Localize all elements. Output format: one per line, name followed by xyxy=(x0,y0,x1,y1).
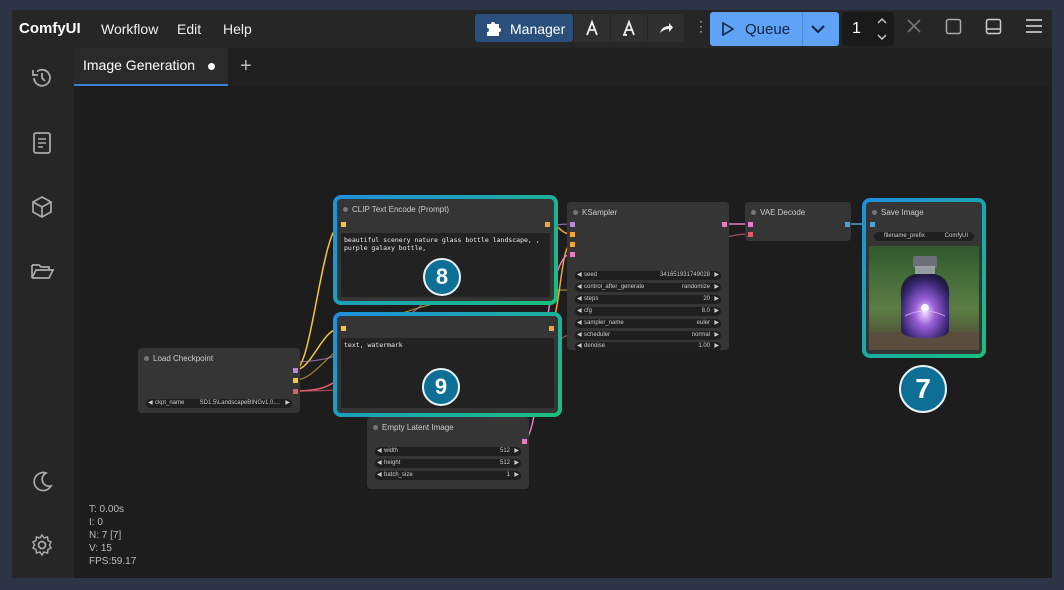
filename-prefix-widget[interactable]: filename_prefix ComfyUI xyxy=(874,232,974,241)
node-empty-latent-image[interactable]: Empty Latent Image ◀ width 512 ▶ ◀ height 512… xyxy=(367,417,529,489)
conditioning-output-port[interactable] xyxy=(545,222,550,227)
image-output-port[interactable] xyxy=(845,222,850,227)
control-after-generate-widget[interactable]: ◀ control_after_generate randomize ▶ xyxy=(575,283,721,292)
vae-input-port[interactable] xyxy=(748,232,753,237)
sampler-name-widget[interactable]: ◀ sampler_name euler ▶ xyxy=(575,319,721,328)
node-load-checkpoint[interactable]: Load Checkpoint ◀ ckpt_name SD1.5\Landsc… xyxy=(138,348,300,413)
stat-fps: FPS:59.17 xyxy=(89,556,137,567)
conditioning-output-port[interactable] xyxy=(549,326,554,331)
node-save-image[interactable]: Save Image filename_prefix ComfyUI xyxy=(866,202,982,354)
stat-v: V: 15 xyxy=(89,543,112,554)
denoise-widget[interactable]: ◀ denoise 1.00 ▶ xyxy=(575,342,721,351)
height-widget[interactable]: ◀ height 512 ▶ xyxy=(375,459,521,468)
node-vae-decode[interactable]: VAE Decode xyxy=(745,202,851,241)
model-output-port[interactable] xyxy=(293,368,298,373)
node-title: Save Image xyxy=(881,208,924,217)
latent-input-port[interactable] xyxy=(570,252,575,257)
batch-size-widget[interactable]: ◀ batch_size 1 ▶ xyxy=(375,471,521,480)
width-widget[interactable]: ◀ width 512 ▶ xyxy=(375,447,521,456)
steps-widget[interactable]: ◀ steps 20 ▶ xyxy=(575,295,721,304)
samples-input-port[interactable] xyxy=(748,222,753,227)
stat-nodes: N: 7 [7] xyxy=(89,530,122,541)
clip-output-port[interactable] xyxy=(293,378,298,383)
model-input-port[interactable] xyxy=(570,222,575,227)
node-title: Empty Latent Image xyxy=(382,423,454,432)
stat-i: I: 0 xyxy=(89,517,103,528)
node-ksampler[interactable]: KSampler ◀ seed 341651931749028 ▶ ◀ control_… xyxy=(567,202,729,351)
positive-input-port[interactable] xyxy=(570,232,575,237)
latent-output-port[interactable] xyxy=(722,222,727,227)
badge-8: 8 xyxy=(423,258,461,296)
seed-widget[interactable]: ◀ seed 341651931749028 ▶ xyxy=(575,271,721,280)
cfg-widget[interactable]: ◀ cfg 8.0 ▶ xyxy=(575,307,721,316)
node-title: Load Checkpoint xyxy=(153,354,214,363)
negative-input-port[interactable] xyxy=(570,242,575,247)
node-title: VAE Decode xyxy=(760,208,806,217)
generated-image-preview[interactable] xyxy=(869,246,979,350)
comfyui-window: ComfyUI Workflow Edit Help Manager ⋮ Que… xyxy=(12,10,1052,578)
stat-time: T: 0.00s xyxy=(89,504,125,515)
ckpt-name-widget[interactable]: ◀ ckpt_name SD1.5\LandscapeBINGv1.0.... … xyxy=(146,399,292,408)
node-title: KSampler xyxy=(582,208,618,217)
canvas-stats: T: 0.00s I: 0 N: 7 [7] V: 15 FPS:59.17 xyxy=(89,503,136,568)
badge-7: 7 xyxy=(899,365,947,413)
node-title: CLIP Text Encode (Prompt) xyxy=(352,205,450,214)
clip-input-port[interactable] xyxy=(341,326,346,331)
vae-output-port[interactable] xyxy=(293,389,298,394)
scheduler-widget[interactable]: ◀ scheduler normal ▶ xyxy=(575,331,721,340)
images-input-port[interactable] xyxy=(870,222,875,227)
badge-9: 9 xyxy=(422,368,460,406)
clip-input-port[interactable] xyxy=(341,222,346,227)
latent-output-port[interactable] xyxy=(522,439,527,444)
